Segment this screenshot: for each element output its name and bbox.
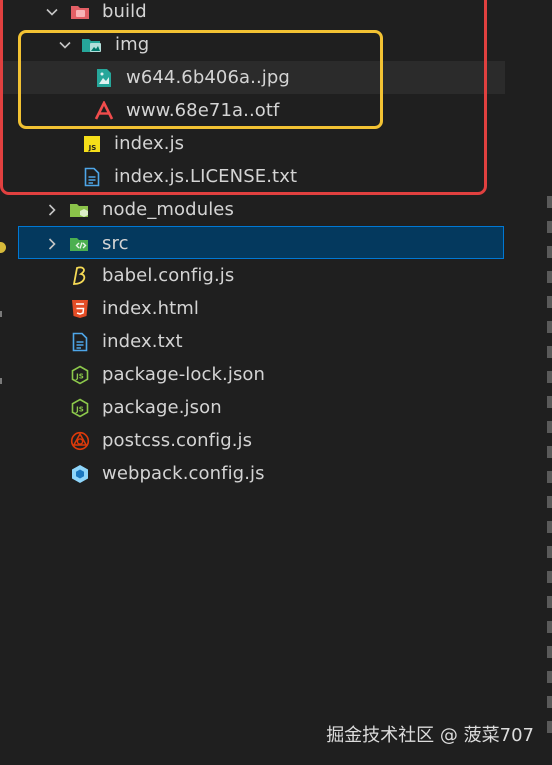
tree-label-node-modules: node_modules <box>102 199 234 220</box>
svg-text:JS: JS <box>75 372 84 380</box>
tree-row-postcss-config[interactable]: postcss.config.js <box>0 424 505 457</box>
nodejs-icon: JS <box>69 391 91 424</box>
tree-label-package-json: package.json <box>102 397 222 418</box>
svg-text:JS: JS <box>75 405 84 413</box>
tree-row-babel-config[interactable]: babel.config.js <box>0 259 505 292</box>
babel-icon <box>69 259 91 292</box>
tree-row-src[interactable]: src <box>18 226 504 259</box>
postcss-icon <box>69 424 91 457</box>
tree-label-index-html: index.html <box>102 298 199 319</box>
editor-gutter <box>547 0 552 765</box>
tree-label-index-txt: index.txt <box>102 331 183 352</box>
tree-label-package-lock: package-lock.json <box>102 364 266 385</box>
chevron-right-icon[interactable] <box>44 193 60 226</box>
tree-row-index-txt[interactable]: index.txt <box>0 325 505 358</box>
tree-label-babel-config: babel.config.js <box>102 265 235 286</box>
tree-label-webpack-config: webpack.config.js <box>102 463 265 484</box>
left-edge-mark <box>0 378 2 384</box>
chevron-right-icon[interactable] <box>44 227 60 260</box>
folder-src-icon <box>69 227 91 260</box>
left-edge-mark <box>0 311 2 317</box>
explorer-panel: build img w644.6b406a..jpg www.68e71a..o… <box>0 0 552 765</box>
tree-row-package-json[interactable]: JS package.json <box>0 391 505 424</box>
watermark-text: 掘金技术社区 @ 菠菜707 <box>326 725 534 746</box>
tree-row-node-modules[interactable]: node_modules <box>0 193 505 226</box>
tree-row-webpack-config[interactable]: webpack.config.js <box>0 457 505 490</box>
tree-row-package-lock[interactable]: JS package-lock.json <box>0 358 505 391</box>
text-file-icon <box>69 325 91 358</box>
yellow-highlight-box <box>18 30 383 129</box>
webpack-icon <box>69 457 91 490</box>
tree-label-src: src <box>102 233 129 254</box>
tree-row-index-html[interactable]: index.html <box>0 292 505 325</box>
folder-node-icon <box>69 193 91 226</box>
html5-icon <box>69 292 91 325</box>
warning-dot-icon <box>0 242 6 253</box>
tree-label-postcss-config: postcss.config.js <box>102 430 253 451</box>
nodejs-icon: JS <box>69 358 91 391</box>
